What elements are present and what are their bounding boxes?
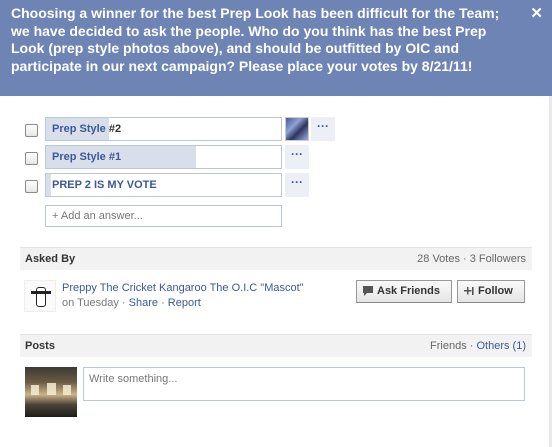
answer-option-2: Prep Style #1 ···	[0, 145, 552, 169]
add-answer-input[interactable]: + Add an answer...	[45, 205, 282, 227]
filter-friends[interactable]: Friends	[430, 340, 467, 352]
more-voters-button[interactable]: ···	[285, 145, 309, 169]
section-title: Posts	[25, 340, 55, 352]
question-stats: 28 Votes · 3 Followers	[417, 253, 526, 265]
asker-meta: on Tuesday · Share · Report	[62, 297, 201, 309]
asker-name-link[interactable]: Preppy The Cricket Kangaroo The O.I.C "M…	[62, 282, 304, 294]
answer-option-1: Prep Style #2 ···	[0, 117, 552, 141]
question-text: Choosing a winner for the best Prep Look…	[11, 5, 500, 74]
speech-bubble-icon	[363, 286, 373, 296]
user-avatar[interactable]	[25, 367, 77, 417]
section-title: Asked By	[25, 253, 76, 265]
answer-bar[interactable]: Prep Style #2	[45, 117, 282, 141]
vote-checkbox[interactable]	[25, 152, 38, 165]
asker-avatar[interactable]	[24, 280, 56, 312]
posts-header: Posts Friends · Others (1)	[20, 334, 532, 357]
asked-by-header: Asked By 28 Votes · 3 Followers	[20, 247, 532, 270]
ask-friends-button[interactable]: Ask Friends	[356, 280, 452, 303]
vote-checkbox[interactable]	[25, 180, 38, 193]
posts-filter: Friends · Others (1)	[430, 340, 526, 352]
more-voters-button[interactable]: ···	[285, 173, 309, 197]
question-header: Choosing a winner for the best Prep Look…	[0, 0, 552, 96]
share-link[interactable]: Share	[129, 297, 158, 309]
more-voters-button[interactable]: ···	[311, 117, 335, 141]
report-link[interactable]: Report	[168, 297, 201, 309]
answer-label: Prep Style #2	[52, 123, 122, 135]
post-time: on Tuesday	[62, 297, 119, 309]
vote-checkbox[interactable]	[25, 124, 38, 137]
voter-avatar[interactable]	[285, 117, 309, 141]
follow-button[interactable]: Follow	[457, 280, 525, 303]
separator: ·	[118, 297, 129, 309]
answer-label: Prep Style #1	[52, 151, 122, 163]
ask-friends-label: Ask Friends	[377, 285, 440, 297]
follow-label: Follow	[478, 285, 513, 297]
asker-row: Preppy The Cricket Kangaroo The O.I.C "M…	[20, 280, 532, 320]
close-icon[interactable]: ✕	[530, 4, 543, 22]
answer-label: PREP 2 IS MY VOTE	[52, 179, 157, 191]
write-post-input[interactable]: Write something...	[83, 367, 525, 401]
answer-bar[interactable]: Prep Style #1	[45, 145, 282, 169]
plus-one-icon	[464, 287, 474, 295]
answer-bar[interactable]: PREP 2 IS MY VOTE	[45, 173, 282, 197]
filter-others-link[interactable]: Others (1)	[476, 340, 526, 352]
vote-fill	[46, 174, 51, 196]
separator: ·	[158, 297, 168, 309]
answer-option-3: PREP 2 IS MY VOTE ···	[0, 173, 552, 197]
